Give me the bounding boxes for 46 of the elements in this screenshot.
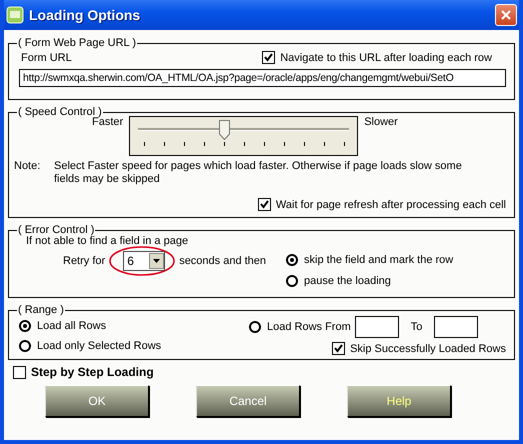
slider-thumb[interactable]	[219, 120, 230, 140]
from-field[interactable]	[354, 316, 399, 338]
slider-max-label: Slower	[364, 116, 398, 128]
option-label: Load all Rows	[37, 320, 106, 332]
checkbox-label: Wait for page refresh after processing each cell	[276, 198, 506, 210]
to-label: To	[410, 321, 422, 333]
option-label: pause the loading	[304, 275, 391, 287]
note-text: Select Faster speed for pages which load faster. Otherwise if page loads slow some fields may be skipped	[54, 160, 463, 186]
option-label: Load only Selected Rows	[37, 340, 162, 352]
intro-text: If not able to find a field in a page	[25, 235, 190, 247]
dialog-button[interactable]: Cancel	[196, 385, 300, 417]
option-label: skip the field and mark the row	[304, 254, 454, 266]
to-field[interactable]	[434, 316, 478, 338]
checkbox[interactable]	[13, 366, 26, 378]
option-label: Load Rows From	[267, 321, 351, 333]
checkbox[interactable]	[332, 342, 346, 355]
checkbox[interactable]	[258, 198, 271, 211]
retry-dropdown[interactable]: 6	[123, 251, 166, 271]
group-title: ( Error Control )	[17, 224, 96, 236]
retry-label: Retry for	[63, 255, 106, 267]
close-button[interactable]	[495, 4, 517, 26]
radio-button[interactable]	[286, 254, 298, 266]
group-title: ( Range )	[17, 304, 65, 316]
group-title: ( Speed Control )	[17, 106, 102, 118]
note-label: Note:	[14, 160, 42, 172]
dialog-button[interactable]: OK	[45, 385, 149, 417]
speed-slider[interactable]	[129, 116, 358, 156]
caret-icon	[153, 259, 160, 263]
seconds-label: seconds and then	[179, 255, 266, 267]
radio-button[interactable]	[19, 320, 31, 332]
checkbox-label: Step by Step Loading	[31, 365, 154, 379]
group-title: ( Form Web Page URL )	[17, 37, 137, 49]
url-field[interactable]: http://swmxqa.sherwin.com/OA_HTML/OA.jsp?page=/oracle/apps/eng/changemgmt/webui/SetO	[19, 69, 506, 87]
close-icon	[500, 9, 512, 21]
dialog-button[interactable]: Help	[347, 385, 451, 417]
checkbox-label: Skip Successfully Loaded Rows	[350, 342, 506, 354]
slider-min-label: Faster	[92, 116, 124, 128]
radio-button[interactable]	[249, 321, 261, 333]
window-title: Loading Options	[29, 7, 142, 23]
checkbox-label: Navigate to this URL after loading each row	[280, 52, 492, 64]
field-label: Form URL	[21, 52, 72, 64]
radio-button[interactable]	[19, 340, 31, 352]
checkbox[interactable]	[262, 51, 276, 64]
highlight-ellipse	[109, 246, 176, 276]
app-icon	[6, 6, 24, 24]
radio-button[interactable]	[286, 275, 298, 287]
